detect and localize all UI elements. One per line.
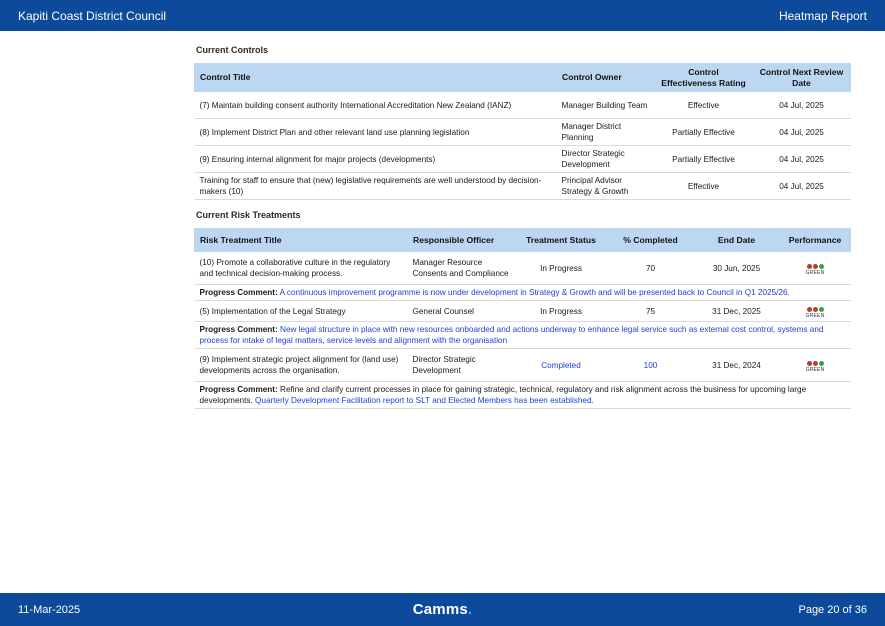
col-control-title: Control Title bbox=[194, 63, 557, 92]
control-review-date: 04 Jul, 2025 bbox=[752, 91, 851, 119]
traffic-light-icon: GREEN bbox=[805, 306, 825, 319]
treatments-header-row: Risk Treatment Title Responsible Officer… bbox=[194, 228, 851, 252]
control-title: Training for staff to ensure that (new) … bbox=[194, 172, 557, 200]
traffic-light-icon: GREEN bbox=[805, 360, 825, 373]
control-rating: Partially Effective bbox=[654, 118, 753, 146]
control-rating: Effective bbox=[654, 91, 753, 119]
performance-cell: GREEN bbox=[779, 251, 851, 285]
progress-comment-label: Progress Comment: bbox=[199, 385, 278, 394]
control-review-date: 04 Jul, 2025 bbox=[752, 172, 851, 200]
col-treatment-status: Treatment Status bbox=[514, 228, 608, 252]
page-number: Page 20 of 36 bbox=[798, 603, 867, 616]
responsible-officer: Manager Resource Consents and Compliance bbox=[407, 251, 515, 285]
progress-comment-text: New legal structure in place with new re… bbox=[199, 325, 824, 345]
end-date: 31 Dec, 2024 bbox=[693, 348, 780, 382]
control-rating: Partially Effective bbox=[654, 145, 753, 173]
progress-comment-text-highlight: Quarterly Development Facilitation repor… bbox=[255, 396, 594, 405]
table-row: (8) Implement District Plan and other re… bbox=[194, 118, 851, 146]
table-row: (10) Promote a collaborative culture in … bbox=[194, 251, 851, 285]
control-review-date: 04 Jul, 2025 bbox=[752, 145, 851, 173]
table-row: (5) Implementation of the Legal Strategy… bbox=[194, 300, 851, 322]
end-date: 30 Jun, 2025 bbox=[693, 251, 780, 285]
table-row: (7) Maintain building consent authority … bbox=[194, 91, 851, 119]
progress-comment-row: Progress Comment: A continuous improveme… bbox=[194, 284, 851, 301]
performance-cell: GREEN bbox=[779, 348, 851, 382]
progress-comment-text: A continuous improvement programme is no… bbox=[279, 288, 790, 297]
report-content: Current Controls Control Title Control O… bbox=[194, 44, 851, 409]
end-date: 31 Dec, 2025 bbox=[693, 300, 780, 322]
percent-completed: 100 bbox=[607, 348, 694, 382]
treatment-status: In Progress bbox=[514, 300, 608, 322]
report-name: Heatmap Report bbox=[778, 8, 867, 23]
responsible-officer: Director Strategic Development bbox=[407, 348, 515, 382]
footer-date: 11-Mar-2025 bbox=[18, 603, 81, 616]
table-row: Training for staff to ensure that (new) … bbox=[194, 172, 851, 200]
col-control-owner: Control Owner bbox=[556, 63, 655, 92]
controls-table: Control Title Control Owner Control Effe… bbox=[194, 63, 851, 200]
controls-section-title: Current Controls bbox=[196, 45, 268, 55]
control-title: (7) Maintain building consent authority … bbox=[194, 91, 557, 119]
performance-cell: GREEN bbox=[779, 300, 851, 322]
control-owner: Manager District Planning bbox=[556, 118, 655, 146]
responsible-officer: General Counsel bbox=[407, 300, 515, 322]
treatment-title: (9) Implement strategic project alignmen… bbox=[194, 348, 408, 382]
treatments-section-title: Current Risk Treatments bbox=[196, 210, 301, 220]
treatment-title: (5) Implementation of the Legal Strategy bbox=[194, 300, 408, 322]
control-owner: Director Strategic Development bbox=[556, 145, 655, 173]
treatments-table: Risk Treatment Title Responsible Officer… bbox=[194, 228, 851, 409]
control-title: (9) Ensuring internal alignment for majo… bbox=[194, 145, 557, 173]
performance-label: GREEN bbox=[805, 366, 825, 373]
org-name: Kapiti Coast District Council bbox=[18, 8, 167, 23]
percent-completed: 75 bbox=[607, 300, 694, 322]
control-review-date: 04 Jul, 2025 bbox=[752, 118, 851, 146]
progress-comment-row: Progress Comment: New legal structure in… bbox=[194, 321, 851, 349]
table-row: (9) Implement strategic project alignmen… bbox=[194, 348, 851, 382]
page-footer: 11-Mar-2025 Camms. Page 20 of 36 bbox=[0, 593, 885, 626]
traffic-light-icon: GREEN bbox=[805, 263, 825, 276]
camms-logo: Camms. bbox=[412, 601, 473, 618]
col-treatment-title: Risk Treatment Title bbox=[194, 228, 408, 252]
col-responsible-officer: Responsible Officer bbox=[407, 228, 515, 252]
progress-comment-label: Progress Comment: bbox=[199, 325, 278, 334]
control-owner: Manager Building Team bbox=[556, 91, 655, 119]
progress-comment-label: Progress Comment: bbox=[199, 288, 278, 297]
col-effectiveness: Control Effectiveness Rating bbox=[654, 63, 753, 92]
col-performance: Performance bbox=[779, 228, 851, 252]
page-header: Kapiti Coast District Council Heatmap Re… bbox=[0, 0, 885, 31]
table-row: (9) Ensuring internal alignment for majo… bbox=[194, 145, 851, 173]
percent-completed: 70 bbox=[607, 251, 694, 285]
col-percent-completed: % Completed bbox=[607, 228, 694, 252]
col-end-date: End Date bbox=[693, 228, 780, 252]
performance-label: GREEN bbox=[805, 312, 825, 319]
treatment-title: (10) Promote a collaborative culture in … bbox=[194, 251, 408, 285]
control-rating: Effective bbox=[654, 172, 753, 200]
treatment-status: In Progress bbox=[514, 251, 608, 285]
performance-label: GREEN bbox=[805, 269, 825, 276]
controls-header-row: Control Title Control Owner Control Effe… bbox=[194, 63, 851, 92]
col-review-date: Control Next Review Date bbox=[752, 63, 851, 92]
progress-comment-row: Progress Comment: Refine and clarify cur… bbox=[194, 381, 851, 409]
control-owner: Principal Advisor Strategy & Growth bbox=[556, 172, 655, 200]
treatment-status: Completed bbox=[514, 348, 608, 382]
control-title: (8) Implement District Plan and other re… bbox=[194, 118, 557, 146]
